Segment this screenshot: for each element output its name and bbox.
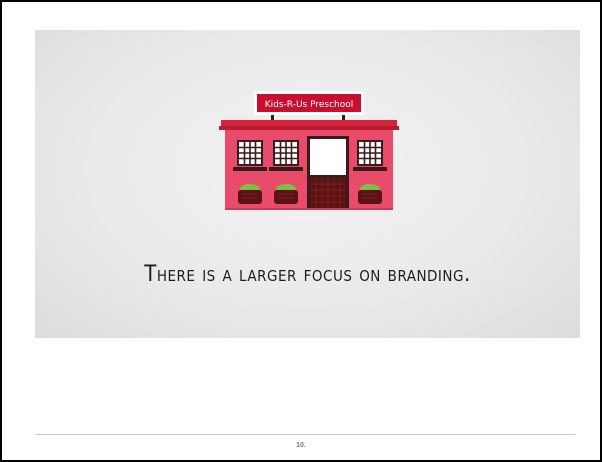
preschool-sign: Kids-R-Us Preschool — [254, 91, 364, 115]
planter-icon — [358, 184, 382, 204]
slide-image: Kids-R-Us Preschool There is a larger fo… — [35, 30, 580, 338]
footer-divider — [35, 434, 575, 435]
slide-caption: There is a larger focus on branding. — [144, 262, 471, 287]
door-icon — [307, 136, 349, 208]
document-page: Kids-R-Us Preschool There is a larger fo… — [0, 0, 602, 462]
sign-text: Kids-R-Us Preschool — [265, 100, 354, 110]
window-icon — [357, 140, 383, 166]
preschool-building-illustration: Kids-R-Us Preschool — [219, 91, 399, 210]
window-icon — [237, 140, 263, 166]
roof — [221, 120, 397, 126]
window-icon — [273, 140, 299, 166]
page-number: 10. — [296, 442, 306, 449]
planter-icon — [238, 184, 262, 204]
planter-icon — [274, 184, 298, 204]
